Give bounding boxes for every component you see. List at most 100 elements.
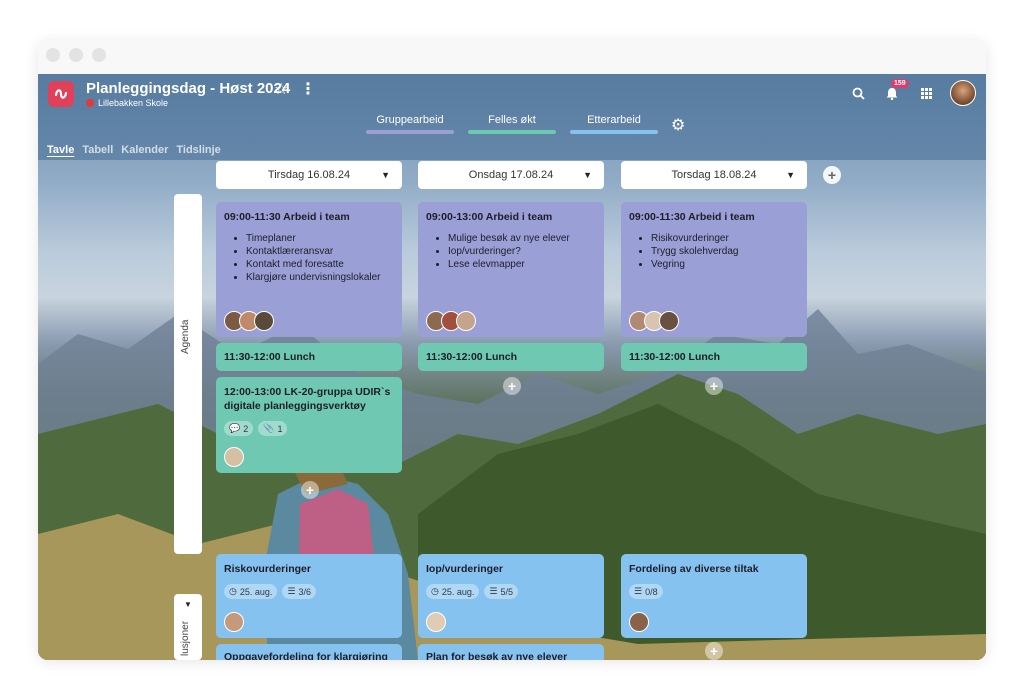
brand-icon: [54, 89, 68, 99]
board-viewport: Planleggingsdag - Høst 2024 ☆ ⋮ Lillebak…: [38, 74, 986, 660]
group-label: Gruppearbeid: [376, 114, 444, 126]
comments-chip[interactable]: 💬 2: [224, 421, 254, 436]
due-date-chip[interactable]: ◷ 25. aug.: [426, 584, 480, 599]
window-close-dot[interactable]: [46, 48, 60, 62]
group-gruppearbeid[interactable]: Gruppearbeid: [366, 114, 454, 134]
avatar[interactable]: [659, 311, 679, 331]
day-header-3[interactable]: Torsdag 18.08.24 ▼: [621, 161, 807, 189]
status-dot: [86, 99, 94, 107]
card-lunch-col2[interactable]: 11:30-12:00 Lunch: [418, 343, 604, 371]
tab-tabell[interactable]: Tabell: [82, 144, 113, 156]
add-card-button[interactable]: +: [705, 377, 723, 395]
chevron-down-icon[interactable]: ▼: [583, 170, 592, 180]
card-lunch-col3[interactable]: 11:30-12:00 Lunch: [621, 343, 807, 371]
attachments-chip[interactable]: 📎 1: [258, 421, 288, 436]
checklist-count: 5/5: [500, 586, 513, 597]
card-members: [629, 612, 649, 632]
bell-icon: [886, 87, 898, 100]
card-lunch-col1[interactable]: 11:30-12:00 Lunch: [216, 343, 402, 371]
card-teamwork-col1[interactable]: 09:00-11:30 Arbeid i team Timeplaner Kon…: [216, 202, 402, 337]
card-task-col3[interactable]: Fordeling av diverse tiltak ☰ 0/8: [621, 554, 807, 638]
card-members: [426, 311, 476, 331]
gear-icon[interactable]: ⚙: [671, 115, 685, 135]
notifications-button[interactable]: 159: [882, 79, 909, 103]
card-title: 11:30-12:00 Lunch: [629, 351, 721, 363]
add-column-button[interactable]: +: [823, 166, 841, 184]
avatar[interactable]: [224, 612, 244, 632]
list-item: Timeplaner: [246, 232, 394, 245]
card-title: Plan for besøk av nye elever: [426, 651, 568, 660]
tab-tavle[interactable]: Tavle: [47, 144, 74, 156]
group-label: Felles økt: [488, 114, 536, 126]
card-members: [224, 612, 244, 632]
window-maximize-dot[interactable]: [92, 48, 106, 62]
board-subtitle: Lillebakken Skole: [86, 98, 168, 108]
list-item: Trygg skolehverdag: [651, 245, 799, 258]
card-bullets: Timeplaner Kontaktlæreransvar Kontakt me…: [224, 232, 394, 284]
card-title: Oppgavefordeling for klargjøring: [224, 651, 388, 660]
swimlane-agenda[interactable]: Agenda: [174, 194, 202, 554]
card-task-col1-next[interactable]: Oppgavefordeling for klargjøring: [216, 644, 402, 660]
day-label: Tirsdag 16.08.24: [267, 169, 351, 181]
card-task-col2-next[interactable]: Plan for besøk av nye elever: [418, 644, 604, 660]
list-item: Kontakt med foresatte: [246, 258, 394, 271]
card-members: [224, 447, 244, 467]
day-header-2[interactable]: Onsdag 17.08.24 ▼: [418, 161, 604, 189]
avatar[interactable]: [629, 612, 649, 632]
swimlane-second[interactable]: ▼ lusjoner: [174, 594, 202, 660]
tab-tidslinje[interactable]: Tidslinje: [176, 144, 220, 156]
more-options-icon[interactable]: ⋮: [300, 79, 316, 99]
group-color-bar: [366, 130, 454, 134]
card-members: [224, 311, 274, 331]
user-avatar[interactable]: [950, 80, 976, 106]
card-teamwork-col2[interactable]: 09:00-13:00 Arbeid i team Mulige besøk a…: [418, 202, 604, 337]
star-icon[interactable]: ☆: [274, 79, 288, 99]
card-title: 11:30-12:00 Lunch: [224, 351, 316, 363]
chevron-down-icon[interactable]: ▼: [381, 170, 390, 180]
comment-icon: 💬: [229, 423, 241, 433]
checklist-chip[interactable]: ☰ 5/5: [484, 584, 518, 599]
avatar[interactable]: [456, 311, 476, 331]
avatar[interactable]: [254, 311, 274, 331]
card-meta: ◷ 25. aug. ☰ 5/5: [426, 584, 596, 599]
clock-icon: ◷: [229, 586, 237, 596]
list-item: Kontaktlæreransvar: [246, 245, 394, 258]
window-minimize-dot[interactable]: [69, 48, 83, 62]
day-label: Onsdag 17.08.24: [468, 169, 554, 181]
card-task-col1[interactable]: Riskovurderinger ◷ 25. aug. ☰ 3/6: [216, 554, 402, 638]
search-icon[interactable]: [848, 83, 868, 103]
group-legend: Gruppearbeid Felles økt Etterarbeid: [366, 114, 658, 134]
card-bullets: Risikovurderinger Trygg skolehverdag Veg…: [629, 232, 799, 271]
card-task-col2[interactable]: Iop/vurderinger ◷ 25. aug. ☰ 5/5: [418, 554, 604, 638]
card-title: 11:30-12:00 Lunch: [426, 351, 518, 363]
checklist-chip[interactable]: ☰ 0/8: [629, 584, 663, 599]
list-item: Vegring: [651, 258, 799, 271]
group-color-bar: [570, 130, 658, 134]
card-title: 09:00-11:30 Arbeid i team: [629, 211, 755, 223]
avatar[interactable]: [426, 612, 446, 632]
checklist-chip[interactable]: ☰ 3/6: [282, 584, 316, 599]
notification-badge: 159: [891, 79, 909, 88]
group-etterarbeid[interactable]: Etterarbeid: [570, 114, 658, 134]
tab-kalender[interactable]: Kalender: [121, 144, 168, 156]
card-title: 09:00-13:00 Arbeid i team: [426, 211, 553, 223]
board-title[interactable]: Planleggingsdag - Høst 2024: [86, 80, 290, 97]
day-header-1[interactable]: Tirsdag 16.08.24 ▼: [216, 161, 402, 189]
view-tabs: Tavle Tabell Kalender Tidslinje: [47, 144, 221, 156]
card-teamwork-col3[interactable]: 09:00-11:30 Arbeid i team Risikovurderin…: [621, 202, 807, 337]
chevron-down-icon[interactable]: ▼: [184, 600, 192, 609]
add-card-button[interactable]: +: [705, 642, 723, 660]
group-felles-okt[interactable]: Felles økt: [468, 114, 556, 134]
attachment-count: 1: [277, 423, 283, 434]
due-date-chip[interactable]: ◷ 25. aug.: [224, 584, 278, 599]
window-titlebar: [38, 40, 986, 74]
add-card-button[interactable]: +: [301, 481, 319, 499]
app-logo[interactable]: [48, 81, 74, 107]
checklist-icon: ☰: [489, 586, 498, 596]
card-meta: 💬 2 📎 1: [224, 421, 394, 436]
apps-grid-icon[interactable]: [916, 83, 936, 103]
card-lk20-col1[interactable]: 12:00-13:00 LK-20-gruppa UDIR`s digitale…: [216, 377, 402, 473]
avatar[interactable]: [224, 447, 244, 467]
chevron-down-icon[interactable]: ▼: [786, 170, 795, 180]
add-card-button[interactable]: +: [503, 377, 521, 395]
